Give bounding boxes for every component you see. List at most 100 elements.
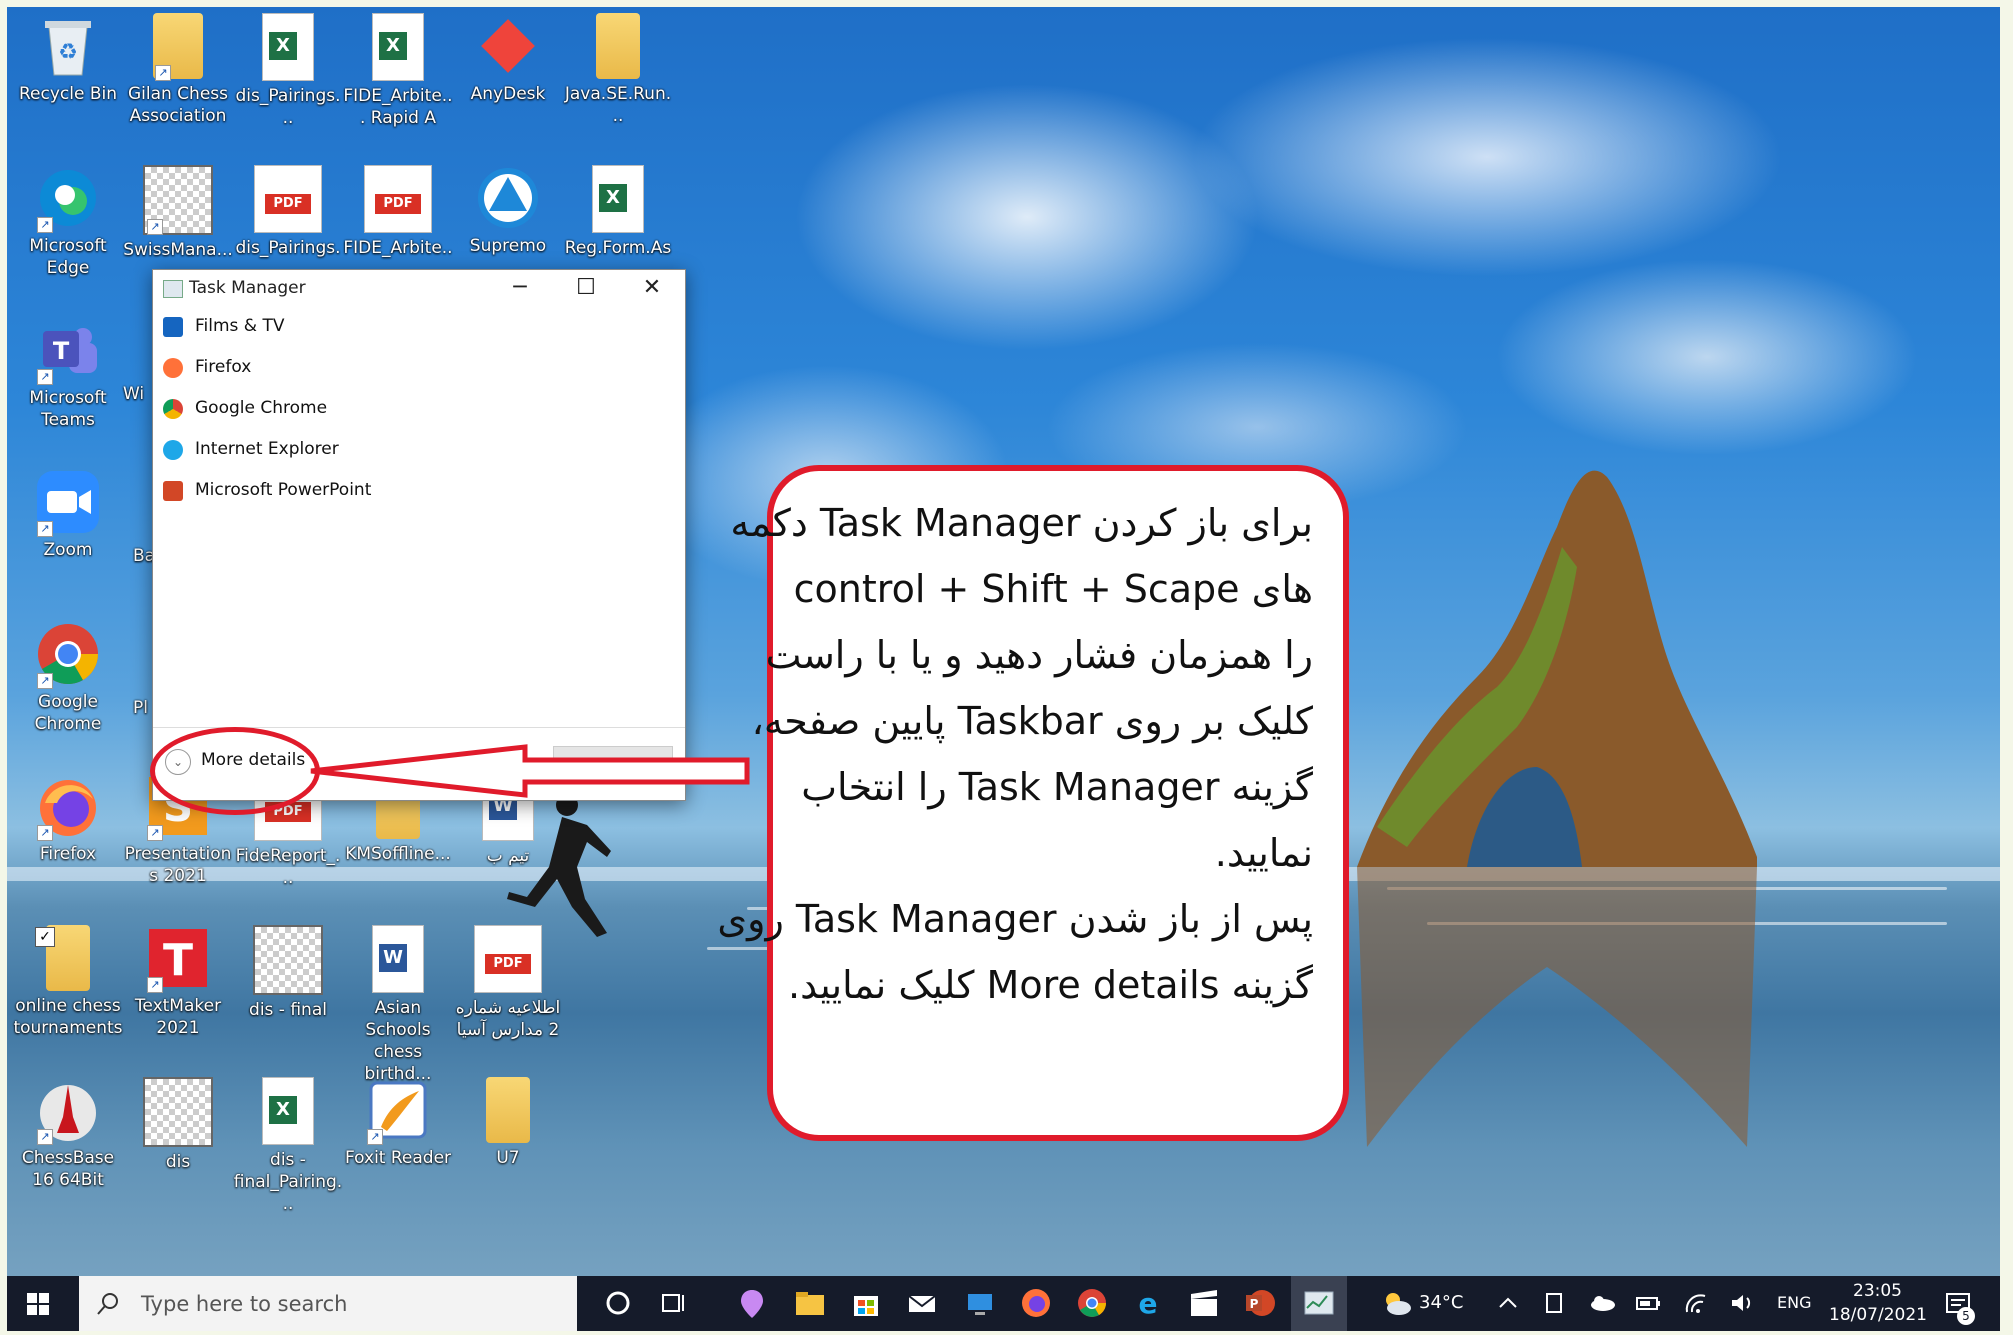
shortcut-arrow-icon: ↗ [37, 369, 53, 385]
shortcut-arrow-icon: ↗ [367, 1129, 383, 1145]
remote-desktop-icon[interactable] [963, 1286, 997, 1320]
excel-file-icon: X [372, 13, 424, 81]
clock-time[interactable]: 23:05 [1853, 1281, 1902, 1301]
desktop-icon-zoom[interactable]: ↗ Zoom [13, 469, 123, 561]
callout-line: پس از باز شدن Task Manager روی [717, 897, 1313, 941]
internet-explorer-taskbar-icon[interactable]: e [1131, 1286, 1165, 1320]
rock-island-image [1357, 470, 1757, 1147]
shortcut-arrow-icon: ↗ [37, 1129, 53, 1145]
shortcut-arrow-icon: ↗ [37, 521, 53, 537]
task-manager-titlebar[interactable]: Task Manager ─ ☐ ✕ [153, 270, 685, 306]
taskbar: Type here to search e P 34°C ENG 23:05 1… [7, 1276, 2000, 1331]
clock-date[interactable]: 18/07/2021 [1829, 1305, 1927, 1325]
folder-icon [486, 1077, 530, 1143]
microsoft-store-icon[interactable] [849, 1286, 883, 1320]
desktop-icon-anydesk[interactable]: AnyDesk [453, 13, 563, 105]
callout-line: گزینه Task Manager را انتخاب [801, 765, 1313, 809]
notification-count-badge: 5 [1957, 1307, 1975, 1325]
task-manager-window[interactable]: Task Manager ─ ☐ ✕ Films & TV Firefox Go… [152, 269, 686, 801]
powerpoint-taskbar-icon[interactable]: P [1243, 1286, 1277, 1320]
desktop-icon-recycle-bin[interactable]: ♻ Recycle Bin [13, 13, 123, 105]
desktop-icon-dis-final-pairing[interactable]: X dis - final_Pairing... [233, 1077, 343, 1215]
desktop-icon-chessbase[interactable]: ↗ ChessBase 16 64Bit [13, 1077, 123, 1191]
desktop-icon-supremo[interactable]: Supremo [453, 165, 563, 257]
start-button[interactable] [7, 1276, 69, 1331]
instruction-callout: برای باز کردن Task Manager دکمه های cont… [717, 465, 1349, 1141]
app-row-firefox[interactable]: Firefox [153, 347, 685, 388]
desktop-icon-asian-schools[interactable]: W Asian Schools chess birthd... [343, 925, 453, 1085]
callout-line: نمایید. [1214, 831, 1313, 875]
svg-text:P: P [1250, 1297, 1259, 1311]
textmaker-icon: T ↗ [145, 925, 211, 993]
generic-app-icon: ↗ [143, 165, 213, 235]
maximize-button[interactable]: ☐ [553, 270, 619, 306]
desktop-icon-teams[interactable]: T ↗ Microsoft Teams [13, 317, 123, 431]
callout-line: را همزمان فشار دهید و یا با راست [765, 633, 1313, 677]
desktop-icon-gilan-chess[interactable]: ↗ Gilan Chess Association [123, 13, 233, 127]
maps-pin-icon[interactable] [735, 1286, 769, 1320]
wifi-icon[interactable] [1679, 1286, 1713, 1320]
app-row-powerpoint[interactable]: Microsoft PowerPoint [153, 470, 685, 511]
chrome-icon: ↗ [35, 621, 101, 689]
desktop-icon-firefox[interactable]: ↗ Firefox [13, 773, 123, 865]
input-language[interactable]: ENG [1777, 1293, 1811, 1312]
foxit-reader-icon: ↗ [365, 1077, 431, 1145]
chrome-taskbar-icon[interactable] [1075, 1286, 1109, 1320]
desktop-icon-dis-pairings-xls[interactable]: X dis_Pairings... [233, 13, 343, 129]
desktop-icon-u7[interactable]: U7 [453, 1077, 563, 1169]
task-manager-taskbar-icon [1304, 1291, 1334, 1315]
battery-icon[interactable] [1631, 1286, 1665, 1320]
task-view-icon[interactable] [657, 1286, 691, 1320]
desktop-icon-edge[interactable]: ↗ Microsoft Edge [13, 165, 123, 279]
mail-icon[interactable] [905, 1286, 939, 1320]
desktop-icon-dis-final[interactable]: dis - final [233, 925, 343, 1021]
desktop-icon-online-chess[interactable]: ✓ online chess tournaments [13, 925, 123, 1039]
desktop-icon-partial-wi[interactable]: Wi [123, 383, 153, 405]
search-icon [97, 1293, 118, 1315]
window-title: Task Manager [189, 278, 306, 298]
weather-temperature[interactable]: 34°C [1419, 1292, 1463, 1313]
app-row-google-chrome[interactable]: Google Chrome [153, 388, 685, 429]
search-box[interactable]: Type here to search [79, 1276, 577, 1331]
svg-text:e: e [1139, 1287, 1158, 1320]
video-editor-icon[interactable] [1187, 1286, 1221, 1320]
desktop-icon-textmaker[interactable]: T ↗ TextMaker 2021 [123, 925, 233, 1039]
selection-checkbox-icon[interactable]: ✓ [35, 927, 55, 947]
desktop-icon-dis[interactable]: dis [123, 1077, 233, 1173]
search-input[interactable]: Type here to search [141, 1292, 347, 1316]
teams-icon: T ↗ [35, 317, 101, 385]
cortana-icon[interactable] [601, 1286, 635, 1320]
app-list: Films & TV Firefox Google Chrome Interne… [153, 306, 685, 511]
desktop-icon-fide-xls[interactable]: X FIDE_Arbite... Rapid A [343, 13, 453, 129]
desktop-icon-foxit[interactable]: ↗ Foxit Reader [343, 1077, 453, 1169]
firefox-icon: ↗ [35, 773, 101, 841]
app-row-internet-explorer[interactable]: Internet Explorer [153, 429, 685, 470]
chevron-up-icon[interactable] [1491, 1286, 1525, 1320]
desktop-icon-java-se[interactable]: Java.SE.Run... [563, 13, 673, 127]
desktop-icon-announcement[interactable]: PDF اطلاعیه شماره 2 مدارس آسیا [453, 925, 563, 1041]
desktop-icon-fide-pdf[interactable]: PDF FIDE_Arbite... [343, 165, 453, 281]
desktop-icon-regform[interactable]: X Reg.Form.As... [563, 165, 673, 281]
task-manager-taskbar-button[interactable] [1291, 1276, 1347, 1331]
close-button[interactable]: ✕ [619, 270, 685, 306]
desktop: ♻ Recycle Bin ↗ Gilan Chess Association … [7, 7, 2000, 1331]
zoom-icon: ↗ [35, 469, 101, 537]
firefox-taskbar-icon[interactable] [1019, 1286, 1053, 1320]
desktop-icon-chrome[interactable]: ↗ Google Chrome [13, 621, 123, 735]
weather-icon[interactable] [1379, 1286, 1413, 1320]
anydesk-icon [475, 13, 541, 79]
app-row-films-tv[interactable]: Films & TV [153, 306, 685, 347]
svg-text:♻: ♻ [58, 40, 78, 65]
file-explorer-icon[interactable] [793, 1286, 827, 1320]
onedrive-icon[interactable] [1585, 1286, 1619, 1320]
generic-app-icon [143, 1077, 213, 1147]
desktop-icon-swissmanager[interactable]: ↗ SwissMana... [123, 165, 233, 261]
callout-arrow [310, 744, 750, 798]
minimize-button[interactable]: ─ [487, 270, 553, 306]
volume-icon[interactable] [1725, 1286, 1759, 1320]
svg-text:T: T [53, 337, 70, 365]
tablet-mode-icon[interactable] [1537, 1286, 1571, 1320]
generic-app-icon [253, 925, 323, 995]
desktop-icon-dis-pairings-pdf[interactable]: PDF dis_Pairings... [233, 165, 343, 281]
shortcut-arrow-icon: ↗ [155, 65, 171, 81]
